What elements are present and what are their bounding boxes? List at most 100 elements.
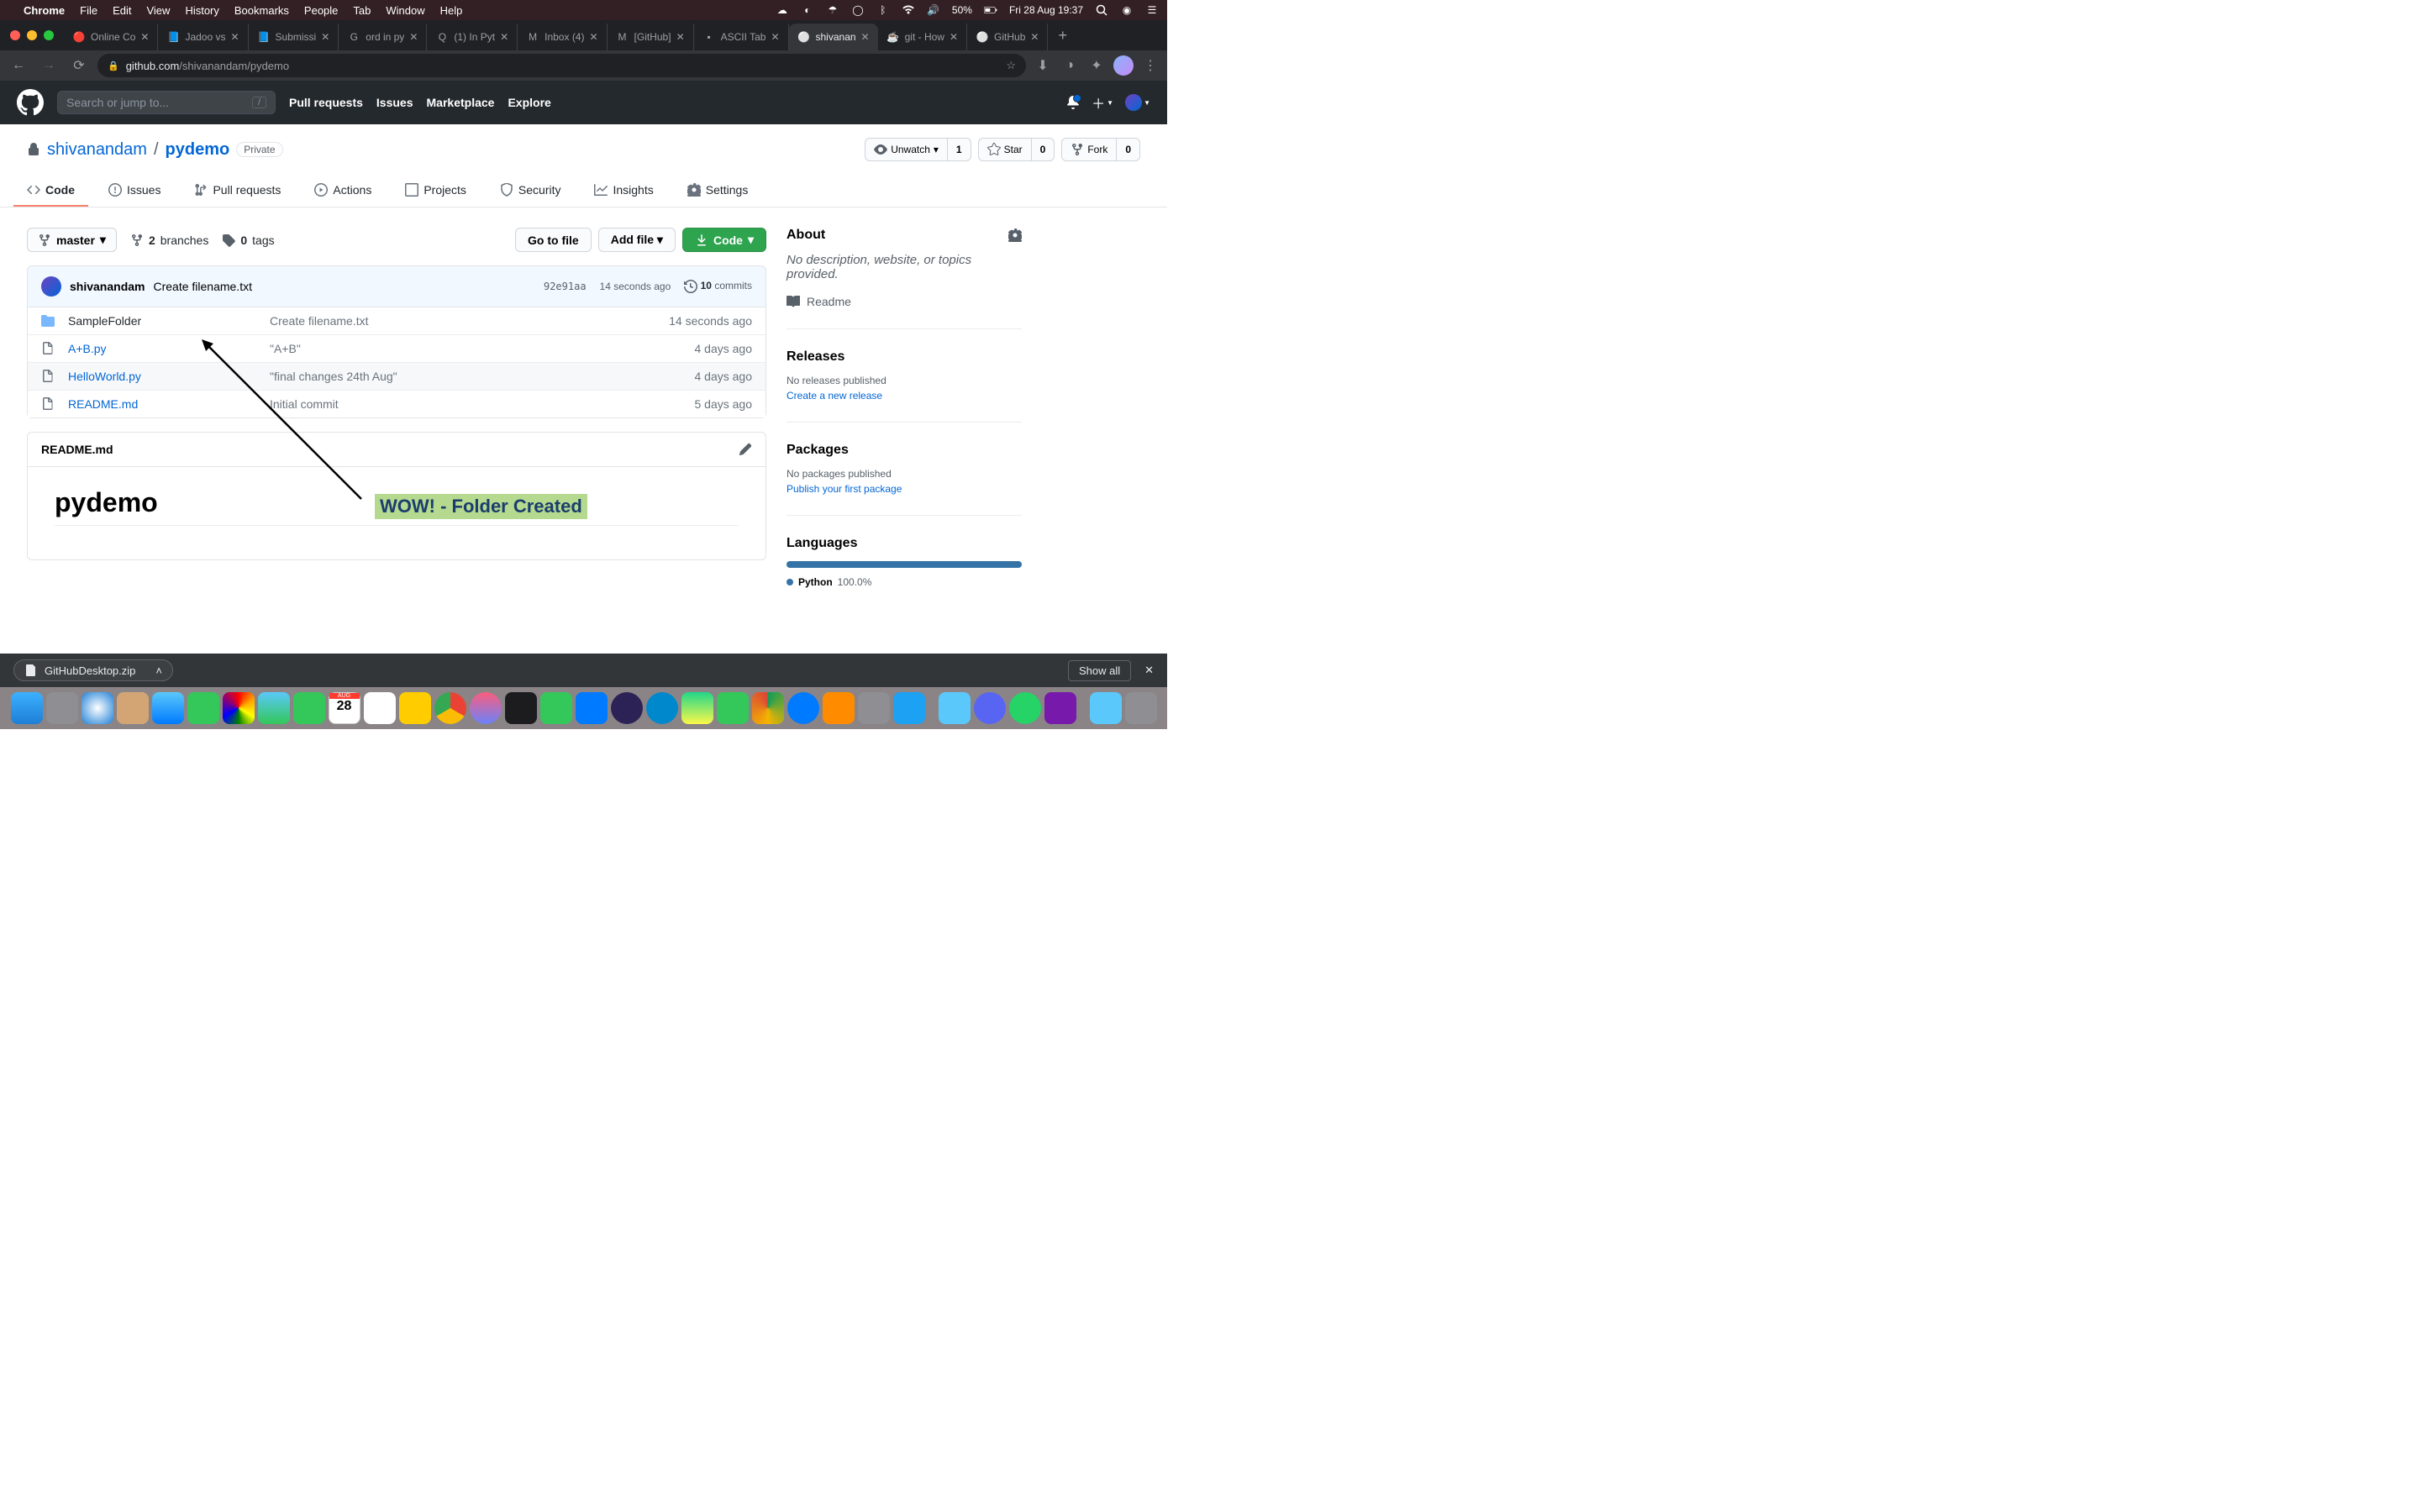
tab-close-icon[interactable]: ✕ <box>676 31 685 43</box>
dock-photos-icon[interactable] <box>223 692 255 724</box>
volume-icon[interactable]: 🔊 <box>927 4 940 16</box>
dock-safari-icon[interactable] <box>82 692 113 724</box>
star-icon[interactable]: ☆ <box>1006 59 1016 72</box>
branches-link[interactable]: 2 branches <box>130 234 208 247</box>
repo-tab-issues[interactable]: Issues <box>95 175 174 207</box>
github-logo-icon[interactable] <box>17 89 44 116</box>
menubar-window[interactable]: Window <box>386 4 424 17</box>
menubar-app[interactable]: Chrome <box>24 4 65 17</box>
nav-explore[interactable]: Explore <box>508 96 550 109</box>
repo-tab-actions[interactable]: Actions <box>301 175 385 207</box>
browser-tab[interactable]: Gord in py✕ <box>339 24 427 50</box>
code-button[interactable]: Code ▾ <box>682 228 766 252</box>
repo-name-link[interactable]: pydemo <box>166 140 230 160</box>
dock-trash-icon[interactable] <box>1125 692 1157 724</box>
address-bar[interactable]: 🔒 github.com/shivanandam/pydemo ☆ <box>97 54 1026 77</box>
control-center-icon[interactable]: ☰ <box>1145 4 1159 16</box>
menubar-history[interactable]: History <box>185 4 218 17</box>
tab-close-icon[interactable]: ✕ <box>230 31 239 43</box>
menubar-bookmarks[interactable]: Bookmarks <box>234 4 289 17</box>
repo-tab-security[interactable]: Security <box>487 175 575 207</box>
add-file-button[interactable]: Add file ▾ <box>598 228 676 252</box>
close-shelf-icon[interactable]: ✕ <box>1144 664 1154 677</box>
commits-link[interactable]: 10 commits <box>684 280 752 293</box>
chevron-up-icon[interactable]: ˄ <box>155 664 162 677</box>
tags-link[interactable]: 0 tags <box>222 234 274 247</box>
repo-tab-pull-requests[interactable]: Pull requests <box>181 175 294 207</box>
dock-downloads-icon[interactable] <box>1090 692 1122 724</box>
dock-discord-icon[interactable] <box>974 692 1006 724</box>
sync-icon[interactable]: ◐ <box>801 4 814 16</box>
dock-notes-icon[interactable] <box>399 692 431 724</box>
dock-telegram-icon[interactable] <box>646 692 678 724</box>
dock-contacts-icon[interactable] <box>117 692 149 724</box>
menubar-file[interactable]: File <box>80 4 97 17</box>
window-minimize-button[interactable] <box>27 30 37 40</box>
reload-button[interactable]: ⟳ <box>67 54 91 77</box>
download-icon[interactable]: ⬇ <box>1033 55 1053 76</box>
dock-mail-icon[interactable] <box>152 692 184 724</box>
goto-file-button[interactable]: Go to file <box>515 228 592 252</box>
dock-onenote-icon[interactable] <box>1044 692 1076 724</box>
extension-icon[interactable]: ◑ <box>1060 55 1080 76</box>
dock-calendar-icon[interactable]: AUG28 <box>329 692 360 724</box>
dock-vlc-icon[interactable] <box>823 692 855 724</box>
github-search[interactable]: Search or jump to... / <box>57 91 276 114</box>
dock-eclipse-icon[interactable] <box>611 692 643 724</box>
umbrella-icon[interactable]: ☂ <box>826 4 839 16</box>
dock-music-icon[interactable] <box>470 692 502 724</box>
nav-marketplace[interactable]: Marketplace <box>427 96 495 109</box>
tab-close-icon[interactable]: ✕ <box>409 31 418 43</box>
window-close-button[interactable] <box>10 30 20 40</box>
branch-select-button[interactable]: master ▾ <box>27 228 117 252</box>
repo-tab-code[interactable]: Code <box>13 175 88 207</box>
window-zoom-button[interactable] <box>44 30 54 40</box>
repo-tab-settings[interactable]: Settings <box>674 175 762 207</box>
cloud-icon[interactable]: ☁ <box>776 4 789 16</box>
file-name-link[interactable]: A+B.py <box>68 342 107 355</box>
menubar-datetime[interactable]: Fri 28 Aug 19:37 <box>1009 4 1083 16</box>
tab-close-icon[interactable]: ✕ <box>500 31 508 43</box>
browser-tab[interactable]: ▪ASCII Tab✕ <box>694 24 789 50</box>
tab-close-icon[interactable]: ✕ <box>950 31 958 43</box>
back-button[interactable]: ← <box>7 54 30 77</box>
file-name-link[interactable]: HelloWorld.py <box>68 370 141 383</box>
user-avatar[interactable]: ▼ <box>1125 94 1150 111</box>
commit-author[interactable]: shivanandam <box>70 280 145 293</box>
nav-pull-requests[interactable]: Pull requests <box>289 96 363 109</box>
dock-messages-icon[interactable] <box>187 692 219 724</box>
tab-close-icon[interactable]: ✕ <box>771 31 779 43</box>
menubar-view[interactable]: View <box>146 4 170 17</box>
file-commit-msg[interactable]: Initial commit <box>270 397 695 411</box>
dock-whatsapp-icon[interactable] <box>1009 692 1041 724</box>
extensions-menu-icon[interactable]: ✦ <box>1086 55 1107 76</box>
fork-button[interactable]: Fork 0 <box>1061 138 1140 161</box>
commit-sha[interactable]: 92e91aa <box>544 281 587 292</box>
nav-issues[interactable]: Issues <box>376 96 413 109</box>
browser-tab[interactable]: 📘Submissi✕ <box>249 24 339 50</box>
browser-tab[interactable]: ⚪GitHub✕ <box>967 24 1048 50</box>
repo-owner-link[interactable]: shivanandam <box>47 140 147 160</box>
circle-icon[interactable]: ◯ <box>851 4 865 16</box>
browser-tab[interactable]: 🔴Online Co✕ <box>64 24 158 50</box>
battery-icon[interactable] <box>984 5 997 15</box>
tab-close-icon[interactable]: ✕ <box>140 31 149 43</box>
dock-twitter-icon[interactable] <box>893 692 925 724</box>
profile-avatar[interactable] <box>1113 55 1134 76</box>
tab-close-icon[interactable]: ✕ <box>861 31 870 43</box>
new-tab-button[interactable]: + <box>1048 27 1077 45</box>
browser-tab[interactable]: ☕git - How✕ <box>878 24 967 50</box>
about-settings-icon[interactable] <box>1008 228 1022 242</box>
siri-icon[interactable]: ◉ <box>1120 4 1134 16</box>
tab-close-icon[interactable]: ✕ <box>321 31 329 43</box>
file-commit-msg[interactable]: Create filename.txt <box>270 314 669 328</box>
file-commit-msg[interactable]: "final changes 24th Aug" <box>270 370 695 383</box>
repo-tab-insights[interactable]: Insights <box>581 175 666 207</box>
forward-button[interactable]: → <box>37 54 60 77</box>
bluetooth-icon[interactable]: ᛒ <box>876 4 890 16</box>
download-item[interactable]: GitHubDesktop.zip ˄ <box>13 659 173 681</box>
dock-reminders-icon[interactable] <box>364 692 396 724</box>
commit-avatar[interactable] <box>41 276 61 297</box>
publish-package-link[interactable]: Publish your first package <box>786 483 1022 495</box>
dock-drive-icon[interactable] <box>752 692 784 724</box>
